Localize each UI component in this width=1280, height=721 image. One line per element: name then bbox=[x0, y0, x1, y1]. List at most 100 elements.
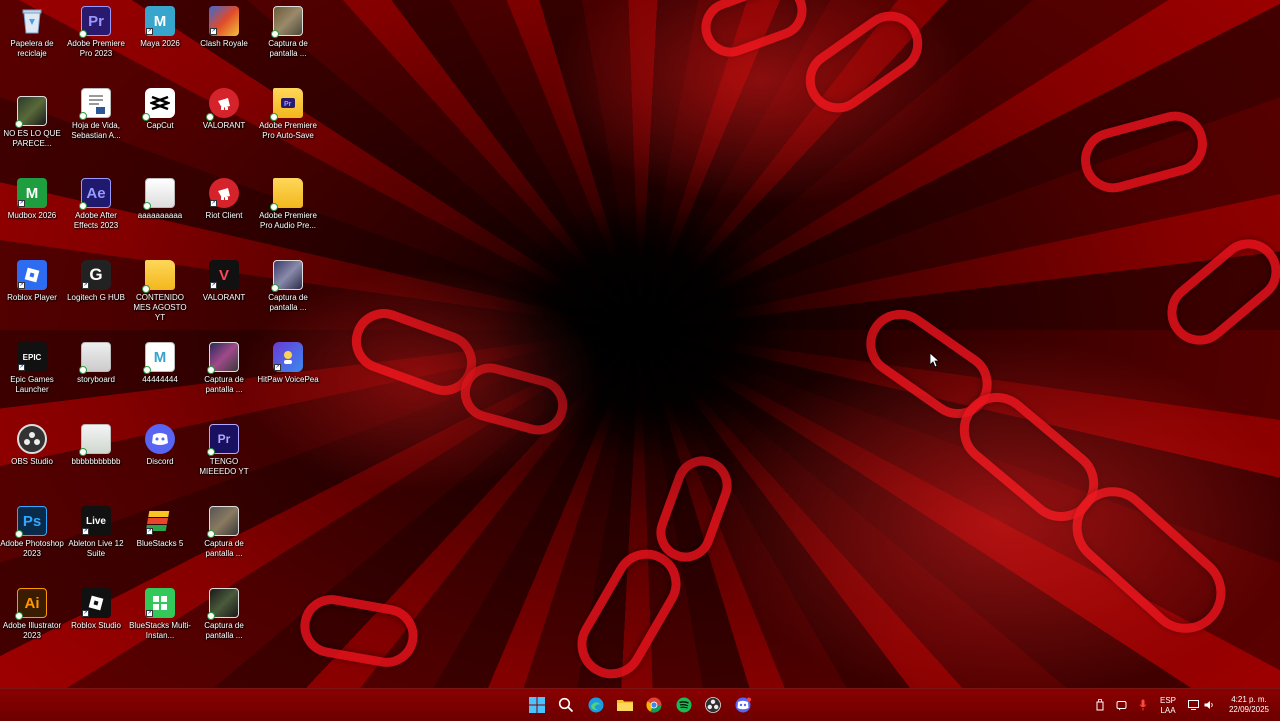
desktop-icon[interactable]: Discord bbox=[128, 420, 192, 500]
desktop-icon[interactable]: Captura de pantalla ... bbox=[256, 2, 320, 82]
taskbar-discord[interactable] bbox=[733, 695, 753, 715]
desktop-icon[interactable]: G ↗ Logitech G HUB bbox=[64, 256, 128, 336]
mudbox-icon: M ↗ bbox=[17, 178, 47, 208]
capcut-icon bbox=[142, 88, 175, 121]
chat-bubble-icon bbox=[1116, 700, 1126, 710]
desktop-icon[interactable]: ↗ HitPaw VoicePea bbox=[256, 338, 320, 418]
screenshot-thumbnail-icon bbox=[207, 342, 239, 374]
obs-icon bbox=[705, 697, 721, 713]
desktop-icon[interactable]: Adobe Premiere Pro Audio Pre... bbox=[256, 174, 320, 254]
valorant-icon: V ↗ bbox=[209, 260, 239, 290]
taskbar-spotify[interactable] bbox=[674, 695, 694, 715]
tray-usb[interactable] bbox=[1094, 698, 1106, 712]
desktop-icon[interactable]: M ↗ Mudbox 2026 bbox=[0, 174, 64, 254]
word-document-icon bbox=[79, 88, 111, 120]
desktop-icon[interactable]: V ↗ VALORANT bbox=[192, 256, 256, 336]
illustrator-icon: Ai bbox=[15, 588, 47, 620]
image-file-icon bbox=[143, 178, 175, 210]
network-monitor-icon bbox=[1187, 700, 1199, 710]
bluestacks-multi-icon: ↗ bbox=[145, 588, 175, 618]
hitpaw-icon: ↗ bbox=[273, 342, 303, 372]
desktop-icon[interactable]: CapCut bbox=[128, 84, 192, 164]
desktop-icon[interactable]: ↗ Roblox Studio bbox=[64, 584, 128, 664]
desktop-icon[interactable]: OBS Studio bbox=[0, 420, 64, 500]
chain-link bbox=[1154, 226, 1280, 358]
chain-link bbox=[793, 0, 935, 125]
desktop-icon[interactable]: ↗ Roblox Player bbox=[0, 256, 64, 336]
search-icon bbox=[558, 697, 574, 713]
chain-link bbox=[944, 377, 1114, 537]
taskbar-obs[interactable] bbox=[703, 695, 723, 715]
edge-icon bbox=[588, 697, 604, 713]
desktop-icon[interactable]: Captura de pantalla ... bbox=[192, 502, 256, 582]
folder-icon bbox=[270, 178, 303, 211]
tray-network[interactable] bbox=[1187, 698, 1199, 712]
language-indicator[interactable]: ESP LAA bbox=[1156, 696, 1180, 716]
image-file-icon bbox=[79, 424, 111, 456]
desktop-icon[interactable]: CONTENIDO MES AGOSTO YT bbox=[128, 256, 192, 336]
taskbar-edge[interactable] bbox=[586, 695, 606, 715]
desktop-icon[interactable]: Pr Adobe Premiere Pro Auto-Save bbox=[256, 84, 320, 164]
desktop-icon[interactable]: Captura de pantalla ... bbox=[192, 584, 256, 664]
desktop-icon[interactable]: ↗ BlueStacks 5 bbox=[128, 502, 192, 582]
speaker-icon bbox=[1204, 701, 1213, 709]
desktop-icon[interactable]: ↗ Riot Client bbox=[192, 174, 256, 254]
bluestacks-icon: ↗ bbox=[145, 506, 175, 536]
desktop-icon[interactable]: Ae Adobe After Effects 2023 bbox=[64, 174, 128, 254]
obs-studio-icon bbox=[17, 424, 47, 454]
desktop-icon[interactable]: bbbbbbbbbbb bbox=[64, 420, 128, 500]
search-button[interactable] bbox=[556, 695, 576, 715]
chain-link bbox=[454, 357, 574, 441]
desktop-icon[interactable]: NO ES LO QUE PARECE... bbox=[0, 92, 64, 172]
mouse-cursor-icon bbox=[930, 353, 940, 368]
desktop-icon[interactable]: Ps Adobe Photoshop 2023 bbox=[0, 502, 64, 582]
premiere-pro-icon: Pr bbox=[79, 6, 111, 38]
desktop-icon[interactable]: Pr TENGO MIEEEDO YT bbox=[192, 420, 256, 500]
clock[interactable]: 4:21 p. m. 22/09/2025 bbox=[1222, 695, 1276, 715]
chain-link bbox=[648, 448, 740, 570]
desktop-icon[interactable]: Pr Adobe Premiere Pro 2023 bbox=[64, 2, 128, 82]
after-effects-icon: Ae bbox=[79, 178, 111, 210]
taskbar-chrome[interactable] bbox=[644, 695, 664, 715]
roblox-studio-icon: ↗ bbox=[81, 588, 111, 618]
desktop-icon[interactable]: ↗ BlueStacks Multi-Instan... bbox=[128, 584, 192, 664]
desktop-icon[interactable]: Captura de pantalla ... bbox=[192, 338, 256, 418]
desktop-icon[interactable]: Captura de pantalla ... bbox=[256, 256, 320, 336]
start-button[interactable] bbox=[527, 695, 547, 715]
tray-chat[interactable] bbox=[1115, 698, 1127, 712]
folder-icon bbox=[142, 260, 175, 293]
recycle-bin-icon bbox=[17, 6, 47, 36]
usb-icon bbox=[1096, 699, 1104, 711]
desktop-icon[interactable]: Hoja de Vida, Sebastian A... bbox=[64, 84, 128, 164]
screenshot-thumbnail-icon bbox=[207, 506, 239, 538]
photoshop-icon: Ps bbox=[15, 506, 47, 538]
chain-link bbox=[852, 296, 1006, 432]
desktop-icon[interactable]: Ai Adobe Illustrator 2023 bbox=[0, 584, 64, 664]
clash-royale-icon: ↗ bbox=[209, 6, 239, 36]
desktop-icon[interactable]: aaaaaaaaaa bbox=[128, 174, 192, 254]
maya-file-icon: M bbox=[143, 342, 175, 374]
desktop-icon[interactable]: EPIC ↗ Epic Games Launcher bbox=[0, 338, 64, 418]
taskbar: ESP LAA 4:21 p. m. 22/09/2025 bbox=[0, 688, 1280, 721]
logitech-g-hub-icon: G ↗ bbox=[81, 260, 111, 290]
taskbar-file-explorer[interactable] bbox=[615, 695, 635, 715]
desktop-icon[interactable]: storyboard bbox=[64, 338, 128, 418]
screenshot-thumbnail-icon bbox=[271, 260, 303, 292]
desktop-icon[interactable]: VALORANT bbox=[192, 84, 256, 164]
chain-link bbox=[295, 590, 423, 672]
desktop-icon[interactable]: M ↗ Maya 2026 bbox=[128, 2, 192, 82]
tray-volume[interactable] bbox=[1203, 698, 1215, 712]
windows-start-icon bbox=[529, 697, 545, 713]
video-thumbnail-icon bbox=[15, 96, 47, 128]
desktop-icon[interactable]: Live ↗ Ableton Live 12 Suite bbox=[64, 502, 128, 582]
discord-icon bbox=[145, 424, 175, 454]
desktop-icon[interactable]: ↗ Clash Royale bbox=[192, 2, 256, 82]
tray-microphone[interactable] bbox=[1137, 698, 1149, 712]
riot-client-icon: ↗ bbox=[209, 178, 239, 208]
desktop-icon[interactable]: M 44444444 bbox=[128, 338, 192, 418]
screenshot-thumbnail-icon bbox=[207, 588, 239, 620]
desktop-icon[interactable]: Papelera de reciclaje bbox=[0, 2, 64, 82]
maya-icon: M ↗ bbox=[145, 6, 175, 36]
valorant-riot-icon bbox=[206, 88, 239, 121]
roblox-player-icon: ↗ bbox=[17, 260, 47, 290]
